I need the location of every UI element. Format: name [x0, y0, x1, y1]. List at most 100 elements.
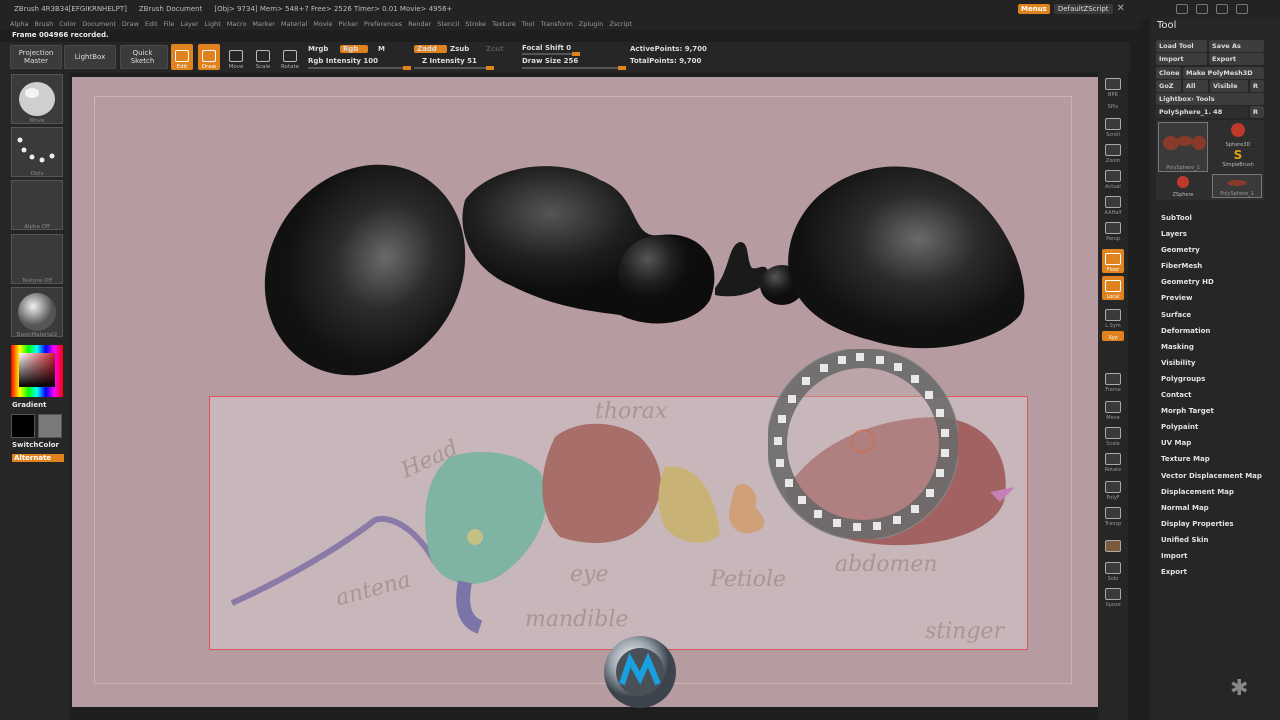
zadd-toggle[interactable]: Zadd	[414, 45, 447, 53]
simplebrush-thumbnail[interactable]: S SimpleBrush	[1214, 148, 1262, 174]
draw-tool[interactable]: Draw	[198, 44, 220, 70]
lightbox-button[interactable]: LightBox	[64, 45, 116, 69]
menu-preferences[interactable]: Preferences	[364, 20, 402, 28]
menu-texture[interactable]: Texture	[492, 20, 516, 28]
subpalette-import[interactable]: Import	[1161, 548, 1262, 564]
ant-thorax[interactable]	[462, 166, 715, 324]
subpalette-displacement-map[interactable]: Displacement Map	[1161, 484, 1262, 500]
menu-marker[interactable]: Marker	[252, 20, 274, 28]
polysphere-2-thumbnail[interactable]: PolySphere_1	[1212, 174, 1262, 198]
zcut-toggle[interactable]: Zcut	[486, 45, 504, 53]
menu-stencil[interactable]: Stencil	[437, 20, 459, 28]
brush-thumbnail[interactable]	[11, 74, 63, 124]
solo-button[interactable]: Solo	[1102, 558, 1124, 582]
rgb-toggle[interactable]: Rgb	[340, 45, 369, 53]
transp-button[interactable]: Transp	[1102, 503, 1124, 527]
menu-draw[interactable]: Draw	[122, 20, 139, 28]
subpalette-uv-map[interactable]: UV Map	[1161, 435, 1262, 451]
subpalette-polygroups[interactable]: Polygroups	[1161, 371, 1262, 387]
polyf-button[interactable]: PolyF	[1102, 477, 1124, 501]
menu-picker[interactable]: Picker	[339, 20, 358, 28]
scroll-button[interactable]: Scroll	[1102, 114, 1124, 138]
stroke-thumbnail[interactable]	[11, 127, 63, 177]
projection-master-button[interactable]: Projection Master	[10, 45, 62, 69]
rgb-intensity-slider[interactable]: Rgb Intensity 100	[308, 57, 378, 65]
current-tool-r-button[interactable]: R	[1250, 106, 1264, 118]
polysphere-thumbnail[interactable]: PolySphere_1	[1158, 122, 1208, 172]
menu-zscript[interactable]: Zscript	[609, 20, 632, 28]
menu-macro[interactable]: Macro	[227, 20, 247, 28]
menu-brush[interactable]: Brush	[34, 20, 53, 28]
subpalette-polypaint[interactable]: Polypaint	[1161, 419, 1262, 435]
menu-material[interactable]: Material	[281, 20, 307, 28]
main-color-swatch[interactable]	[11, 414, 35, 438]
import-tool-button[interactable]: Import	[1156, 53, 1207, 65]
lsym-button[interactable]: L.Sym	[1102, 305, 1124, 329]
aahalf-button[interactable]: AAHalf	[1102, 192, 1124, 216]
rgb-intensity-handle[interactable]	[403, 66, 411, 70]
subpalette-normal-map[interactable]: Normal Map	[1161, 500, 1262, 516]
floor-button[interactable]: Floor	[1102, 249, 1124, 273]
scale-view-button[interactable]: Scale	[1102, 423, 1124, 447]
menu-document[interactable]: Document	[82, 20, 116, 28]
rotate-view-button[interactable]: Rotate	[1102, 449, 1124, 473]
subpalette-vector-displacement-map[interactable]: Vector Displacement Map	[1161, 468, 1262, 484]
window-restore-button[interactable]	[1176, 4, 1188, 14]
focal-shift-track[interactable]	[522, 52, 580, 56]
goz-r-button[interactable]: R	[1250, 80, 1264, 92]
ant-abdomen[interactable]	[788, 166, 1025, 349]
load-tool-button[interactable]: Load Tool	[1156, 40, 1207, 52]
subpalette-visibility[interactable]: Visibility	[1161, 355, 1262, 371]
z-intensity-handle[interactable]	[486, 66, 494, 70]
subpalette-layers[interactable]: Layers	[1161, 226, 1262, 242]
zsphere-thumbnail[interactable]: ZSphere	[1158, 174, 1208, 198]
focal-shift-slider[interactable]: Focal Shift 0	[522, 44, 571, 52]
quick-sketch-button[interactable]: Quick Sketch	[120, 45, 168, 69]
move-tool[interactable]: Move	[225, 44, 247, 70]
mrgb-toggle[interactable]: Mrgb	[308, 45, 328, 53]
xyz-button[interactable]: Xyz	[1102, 331, 1124, 341]
gradient-label[interactable]: Gradient	[12, 401, 46, 409]
rgb-intensity-track[interactable]	[308, 66, 411, 70]
subpalette-geometry[interactable]: Geometry	[1161, 242, 1262, 258]
ghost-button[interactable]	[1102, 530, 1124, 554]
window-maximize-button[interactable]	[1216, 4, 1228, 14]
save-as-button[interactable]: Save As	[1209, 40, 1264, 52]
clone-button[interactable]: Clone	[1156, 67, 1181, 79]
make-polymesh3d-button[interactable]: Make PolyMesh3D	[1183, 67, 1264, 79]
subpalette-unified-skin[interactable]: Unified Skin	[1161, 532, 1262, 548]
menu-stroke[interactable]: Stroke	[465, 20, 486, 28]
goz-visible-button[interactable]: Visible	[1210, 80, 1248, 92]
spotlight-dial[interactable]	[768, 349, 958, 539]
move-view-button[interactable]: Move	[1102, 397, 1124, 421]
focal-shift-handle[interactable]	[572, 52, 580, 56]
material-thumbnail[interactable]	[11, 287, 63, 337]
draw-size-handle[interactable]	[618, 66, 626, 70]
sphere3d-thumbnail[interactable]: Sphere3D	[1214, 122, 1262, 148]
frame-button[interactable]: Frame	[1102, 369, 1124, 393]
z-intensity-track[interactable]	[414, 66, 494, 70]
goz-all-button[interactable]: All	[1183, 80, 1208, 92]
subpalette-subtool[interactable]: SubTool	[1161, 210, 1262, 226]
ant-head[interactable]	[260, 160, 506, 390]
texture-thumbnail[interactable]	[11, 234, 63, 284]
rotate-tool[interactable]: Rotate	[279, 44, 301, 70]
menu-light[interactable]: Light	[205, 20, 221, 28]
bpr-button[interactable]: BPR	[1102, 74, 1124, 98]
menu-zplugin[interactable]: Zplugin	[579, 20, 604, 28]
zoom-button[interactable]: Zoom	[1102, 140, 1124, 164]
current-tool-slider[interactable]: PolySphere_1. 48	[1156, 106, 1248, 118]
alternate-button[interactable]: Alternate	[12, 454, 64, 462]
menu-render[interactable]: Render	[408, 20, 431, 28]
subpalette-geometry-hd[interactable]: Geometry HD	[1161, 274, 1262, 290]
local-button[interactable]: Local	[1102, 276, 1124, 300]
persp-button[interactable]: Persp	[1102, 218, 1124, 242]
menu-file[interactable]: File	[164, 20, 175, 28]
subpalette-contact[interactable]: Contact	[1161, 387, 1262, 403]
switch-color-button[interactable]: SwitchColor	[12, 441, 59, 449]
menu-alpha[interactable]: Alpha	[10, 20, 28, 28]
menu-edit[interactable]: Edit	[145, 20, 158, 28]
actual-button[interactable]: Actual	[1102, 166, 1124, 190]
subpalette-surface[interactable]: Surface	[1161, 307, 1262, 323]
draw-size-track[interactable]	[522, 66, 626, 70]
